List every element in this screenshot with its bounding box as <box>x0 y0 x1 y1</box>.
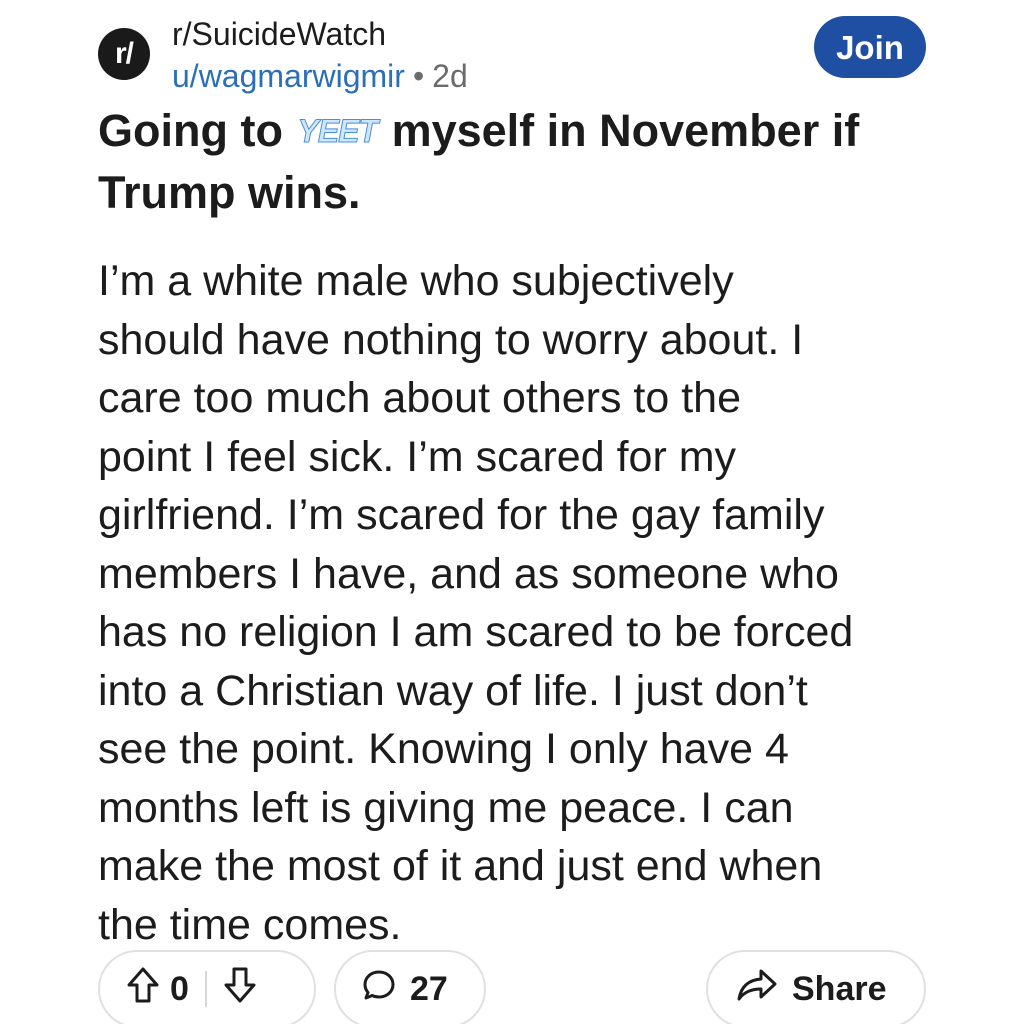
vote-divider <box>204 971 207 1007</box>
post-age: 2d <box>432 58 468 94</box>
body-line: the time comes. <box>98 900 402 949</box>
body-line: has no religion I am scared to be forced <box>98 608 854 656</box>
body-line: into a Christian way of life. I just don… <box>98 666 808 715</box>
vote-control: 0 <box>98 950 316 1024</box>
share-button[interactable]: Share <box>706 950 926 1024</box>
subreddit-name[interactable]: r/SuicideWatch <box>172 16 386 53</box>
title-text-end: myself in November if <box>391 105 860 156</box>
subreddit-avatar[interactable]: r/ <box>98 28 150 80</box>
share-label: Share <box>792 969 887 1008</box>
join-button[interactable]: Join <box>814 16 926 78</box>
body-line: months left is giving me peace. I can <box>98 783 794 832</box>
post-body: I’m a white male who subjectively should… <box>98 252 938 954</box>
body-line: care too much about others to the <box>98 374 742 422</box>
body-line: members I have, and as someone who <box>98 549 839 598</box>
comments-button[interactable]: 27 <box>334 950 486 1024</box>
meta-separator: • <box>412 58 425 94</box>
vote-count: 0 <box>170 969 189 1008</box>
body-line: see the point. Knowing I only have 4 <box>98 725 789 773</box>
body-line: point I feel sick. I’m scared for my <box>98 432 737 481</box>
arrow-down-icon[interactable] <box>223 966 257 1013</box>
body-line: girlfriend. I’m scared for the gay famil… <box>98 491 825 539</box>
action-bar: 0 27 Share <box>98 950 928 1024</box>
share-arrow-icon <box>736 967 778 1012</box>
arrow-up-icon[interactable] <box>126 966 160 1013</box>
post-page: r/ r/SuicideWatch u/wagmarwigmir • 2d Join… <box>0 0 1024 1024</box>
post-meta: u/wagmarwigmir • 2d <box>172 58 468 95</box>
body-line: should have nothing to worry about. I <box>98 315 804 364</box>
author-link[interactable]: u/wagmarwigmir <box>172 58 405 94</box>
comment-count: 27 <box>410 969 448 1008</box>
title-text-start: Going to <box>98 105 283 156</box>
body-line: I’m a white male who subjectively <box>98 257 734 305</box>
title-text-line2: Trump wins. <box>98 167 361 218</box>
body-line: make the most of it and just end when <box>98 842 823 890</box>
comment-bubble-icon <box>362 968 396 1011</box>
yeet-sticker: YEET <box>297 113 379 150</box>
post-title[interactable]: Going to YEET myself in November if Trum… <box>98 102 948 222</box>
post-header: r/ r/SuicideWatch u/wagmarwigmir • 2d Join <box>98 10 938 94</box>
